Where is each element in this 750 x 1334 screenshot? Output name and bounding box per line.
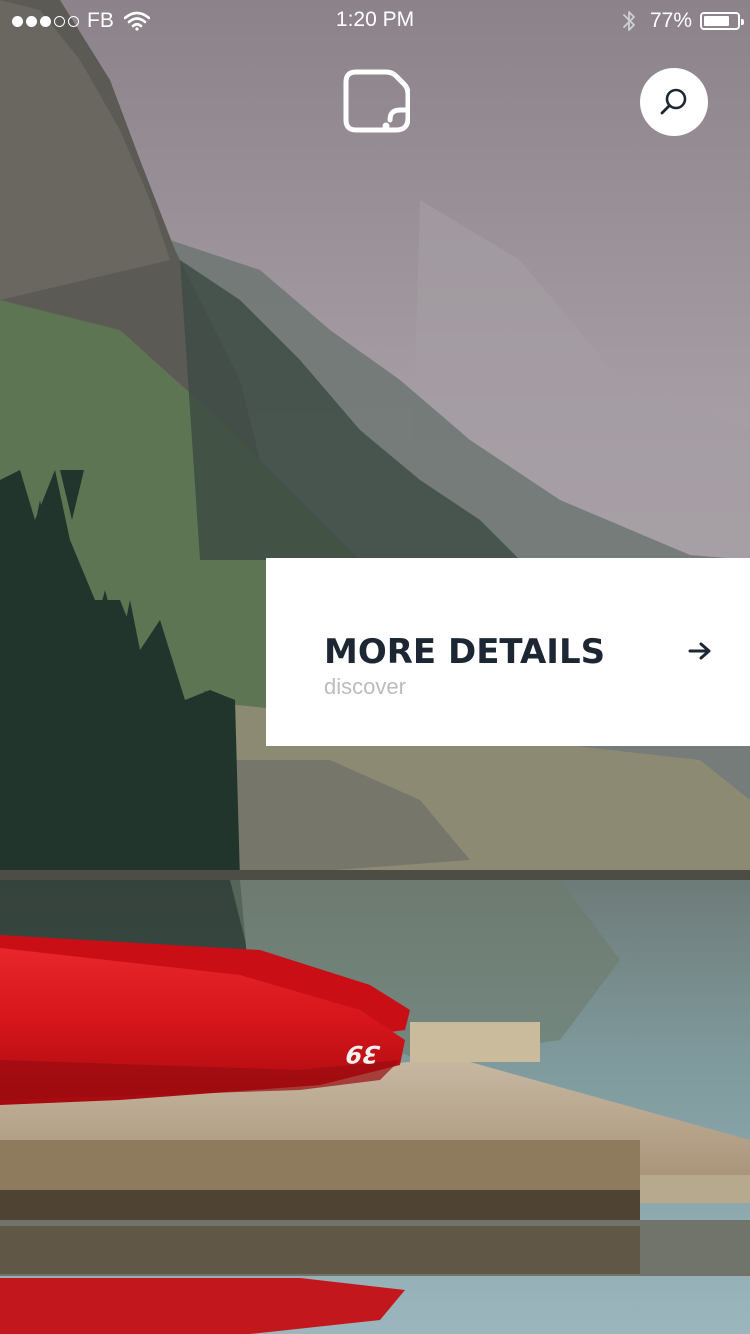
status-bar: FB 1:20 PM 77% (0, 0, 750, 40)
search-button[interactable] (640, 68, 708, 136)
search-icon (660, 88, 687, 115)
battery-tip (741, 19, 744, 25)
status-right: 77% (622, 8, 744, 34)
battery-icon (700, 12, 744, 30)
card-subtitle: discover (324, 674, 406, 699)
battery-level-fill (704, 16, 729, 26)
battery-percent: 77% (649, 9, 692, 32)
kayak-number: 39 (344, 1040, 382, 1068)
screen: 39 FB 1:20 PM 77% MORE DETAILS discover (0, 0, 750, 1334)
card-title: MORE DETAILS (324, 632, 606, 672)
bluetooth-icon (623, 11, 635, 31)
sticky-note-icon[interactable] (342, 68, 410, 134)
more-details-card[interactable]: MORE DETAILS discover (266, 558, 750, 746)
arrow-right-icon[interactable] (688, 642, 714, 660)
